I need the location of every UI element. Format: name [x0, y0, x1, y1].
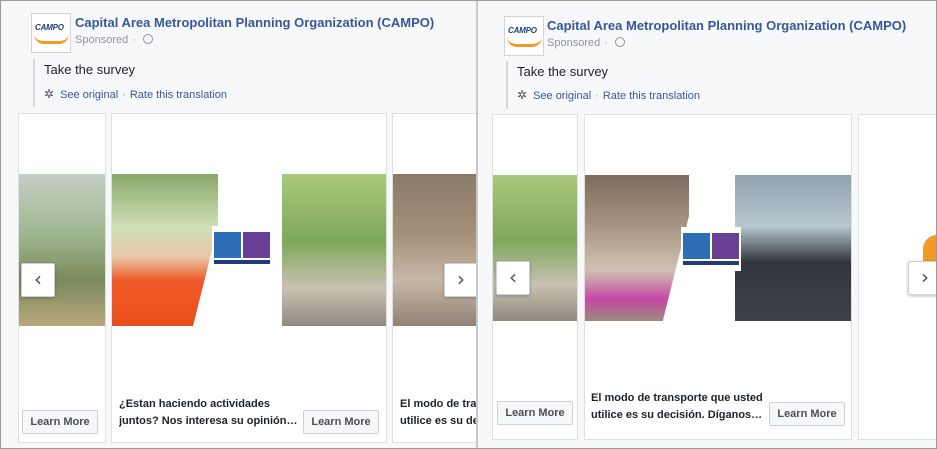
caption-line: utilice es su de [400, 415, 476, 427]
card-image[interactable] [585, 175, 851, 321]
globe-icon [614, 37, 625, 47]
card-caption: ¿Estan haciendo actividades juntos? Nos … [119, 396, 309, 430]
plan-banner [683, 261, 739, 265]
sponsored-label: Sponsored · [547, 37, 625, 49]
logo-swoosh [507, 37, 542, 47]
sponsored-text: Sponsored [547, 37, 601, 49]
carousel: Learn More ¿Estan haciendo actividades j… [1, 113, 476, 448]
photo-family-biking [282, 174, 386, 326]
rat-plan-logo [212, 226, 272, 270]
separator: · [604, 37, 608, 49]
carousel-prev-button[interactable]: ‹ [496, 261, 530, 295]
translation-row: ✲ See original · Rate this translation [44, 87, 227, 101]
caption-line: El modo de transporte que usted [591, 392, 763, 404]
pedestrian-icon [214, 232, 241, 258]
ad-panel-right: CAMPO Capital Area Metropolitan Planning… [478, 1, 936, 448]
card-image[interactable] [112, 174, 386, 326]
bicycle-icon [243, 232, 270, 258]
separator: · [132, 34, 136, 46]
separator: · [122, 89, 126, 101]
translation-row: ✲ See original · Rate this translation [517, 88, 700, 102]
logo-swoosh [34, 34, 69, 44]
caption-line: juntos? Nos interesa su opinión… [119, 415, 298, 427]
globe-icon [142, 34, 153, 44]
photo-person-coat [393, 174, 476, 326]
plan-banner [214, 260, 270, 264]
learn-more-button[interactable]: Learn More [769, 402, 845, 426]
separator: · [595, 90, 599, 102]
photo-man-bicycle [735, 175, 851, 321]
quote-bar [33, 59, 35, 107]
carousel-card[interactable]: ¿Estan haciendo actividades juntos? Nos … [111, 113, 387, 443]
card-caption: El modo de tra utilice es su de [400, 396, 476, 430]
caption-line: El modo de tra [400, 398, 476, 410]
logo-text: CAMPO [508, 26, 537, 35]
caption-line: ¿Estan haciendo actividades [119, 398, 270, 410]
card-image[interactable] [493, 175, 577, 321]
quote-bar [506, 61, 508, 109]
gear-icon[interactable]: ✲ [44, 87, 54, 101]
carousel-next-button[interactable]: › [444, 263, 476, 297]
campo-logo[interactable]: CAMPO [504, 16, 544, 56]
post-header: CAMPO Capital Area Metropolitan Planning… [1, 1, 476, 113]
post-text: Take the survey [517, 64, 609, 79]
rate-translation-link[interactable]: Rate this translation [603, 90, 700, 102]
bicycle-icon [712, 233, 739, 259]
learn-more-button[interactable]: Learn More [303, 410, 379, 434]
card-image[interactable] [19, 174, 105, 326]
rate-translation-link[interactable]: Rate this translation [130, 89, 227, 101]
page-name-link[interactable]: Capital Area Metropolitan Planning Organ… [75, 15, 434, 30]
carousel-next-button[interactable]: › [908, 261, 936, 295]
carousel-prev-button[interactable]: ‹ [21, 263, 55, 297]
learn-more-button[interactable]: Learn More [497, 401, 573, 425]
ad-panel-left: CAMPO Capital Area Metropolitan Planning… [1, 1, 476, 448]
photo-kids-park [19, 174, 105, 326]
caption-line: utilice es su decisión. Díganos… [591, 409, 763, 421]
sponsored-label: Sponsored · [75, 34, 153, 46]
campo-logo[interactable]: CAMPO [31, 13, 71, 53]
carousel-card[interactable]: El modo de transporte que usted utilice … [584, 114, 852, 440]
learn-more-button[interactable]: Learn More [22, 410, 98, 434]
pedestrian-icon [683, 233, 710, 259]
gear-icon[interactable]: ✲ [517, 88, 527, 102]
carousel: Learn More El modo de transporte que ust… [478, 114, 936, 448]
sponsored-text: Sponsored [75, 34, 129, 46]
card-image[interactable] [393, 174, 476, 326]
rat-plan-logo [681, 227, 741, 271]
see-original-link[interactable]: See original [60, 89, 118, 101]
logo-text: CAMPO [35, 23, 64, 32]
see-original-link[interactable]: See original [533, 90, 591, 102]
photo-family-biking [493, 175, 577, 321]
post-header: CAMPO Capital Area Metropolitan Planning… [478, 1, 936, 113]
card-caption: El modo de transporte que usted utilice … [591, 390, 771, 424]
page-name-link[interactable]: Capital Area Metropolitan Planning Organ… [547, 18, 906, 33]
post-text: Take the survey [44, 62, 136, 77]
